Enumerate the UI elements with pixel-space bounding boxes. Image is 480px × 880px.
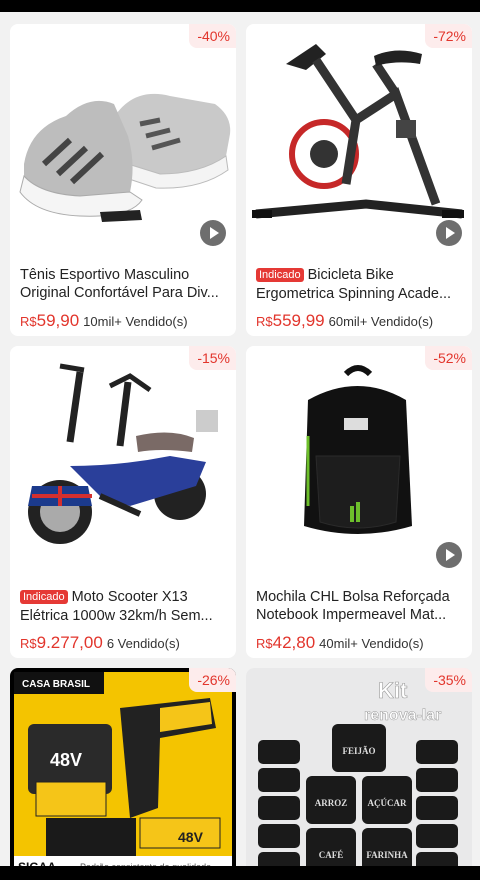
kit-title-text: Kit: [378, 678, 408, 703]
jar-label: CAFÉ: [319, 850, 344, 860]
drill-brand-text: CASA BRASIL: [22, 679, 90, 690]
discount-badge: -35%: [425, 668, 472, 692]
product-title[interactable]: Tênis Esportivo Masculino Original Confo…: [20, 266, 226, 302]
price: 42,80: [272, 633, 316, 652]
product-image-kitchen-jars: Kit renova-lar FEIJÃO ARROZ AÇÚCAR CAFÉ …: [246, 668, 472, 880]
product-image-drill-kit: CASA BRASIL 48V 48V SIGAA Padrão consist…: [10, 668, 236, 880]
currency: R$: [256, 314, 273, 329]
product-image-exercise-bike: -72%: [246, 24, 472, 256]
recommended-tag: Indicado: [256, 268, 304, 282]
currency: R$: [256, 636, 273, 651]
product-card[interactable]: -72% Indicado Bicicleta Bike Ergometrica …: [246, 24, 472, 336]
product-image-sneakers: -40%: [10, 24, 236, 256]
sold-count: 10mil+ Vendido(s): [83, 314, 188, 329]
currency: R$: [20, 636, 37, 651]
price-row: R$559,99 60mil+ Vendido(s): [256, 311, 433, 331]
product-image-backpack: -52%: [246, 346, 472, 578]
sold-count: 6 Vendido(s): [106, 636, 180, 651]
play-video-icon[interactable]: [200, 220, 226, 246]
sold-count: 60mil+ Vendido(s): [328, 314, 434, 329]
currency: R$: [20, 314, 37, 329]
price: 9.277,00: [36, 633, 103, 652]
drill-volt-text: 48V: [50, 750, 82, 770]
price-row: R$59,90 10mil+ Vendido(s): [20, 311, 188, 331]
price: 59,90: [36, 311, 80, 330]
drill-volt2-text: 48V: [178, 829, 204, 845]
price-row: R$42,80 40mil+ Vendido(s): [256, 633, 424, 653]
status-bar: [0, 0, 480, 12]
product-image-electric-scooter: -15%: [10, 346, 236, 578]
product-title[interactable]: Mochila CHL Bolsa Reforçada Notebook Imp…: [256, 588, 462, 624]
product-title[interactable]: Indicado Moto Scooter X13 Elétrica 1000w …: [20, 588, 226, 624]
sold-count: 40mil+ Vendido(s): [319, 636, 424, 651]
discount-badge: -52%: [425, 346, 472, 370]
product-card[interactable]: Kit renova-lar FEIJÃO ARROZ AÇÚCAR CAFÉ …: [246, 668, 472, 880]
product-card[interactable]: -40% Tênis Esportivo Masculino Original …: [10, 24, 236, 336]
discount-badge: -26%: [189, 668, 236, 692]
recommended-tag: Indicado: [20, 590, 68, 604]
jar-label: FARINHA: [366, 850, 408, 860]
jar-label: AÇÚCAR: [368, 798, 407, 808]
discount-badge: -40%: [189, 24, 236, 48]
jar-label: ARROZ: [315, 798, 348, 808]
product-card[interactable]: -52% Mochila CHL Bolsa Reforçada Noteboo…: [246, 346, 472, 658]
jar-label: FEIJÃO: [342, 746, 375, 756]
navigation-bar: [0, 866, 480, 880]
play-video-icon[interactable]: [436, 220, 462, 246]
play-video-icon[interactable]: [436, 542, 462, 568]
price-row: R$9.277,00 6 Vendido(s): [20, 633, 180, 653]
discount-badge: -15%: [189, 346, 236, 370]
discount-badge: -72%: [425, 24, 472, 48]
price: 559,99: [272, 311, 325, 330]
product-title[interactable]: Indicado Bicicleta Bike Ergometrica Spinn…: [256, 266, 462, 302]
product-card[interactable]: -15% Indicado Moto Scooter X13 Elétrica 1…: [10, 346, 236, 658]
kit-sub-text: renova-lar: [364, 707, 441, 724]
product-card[interactable]: CASA BRASIL 48V 48V SIGAA Padrão consist…: [10, 668, 236, 880]
